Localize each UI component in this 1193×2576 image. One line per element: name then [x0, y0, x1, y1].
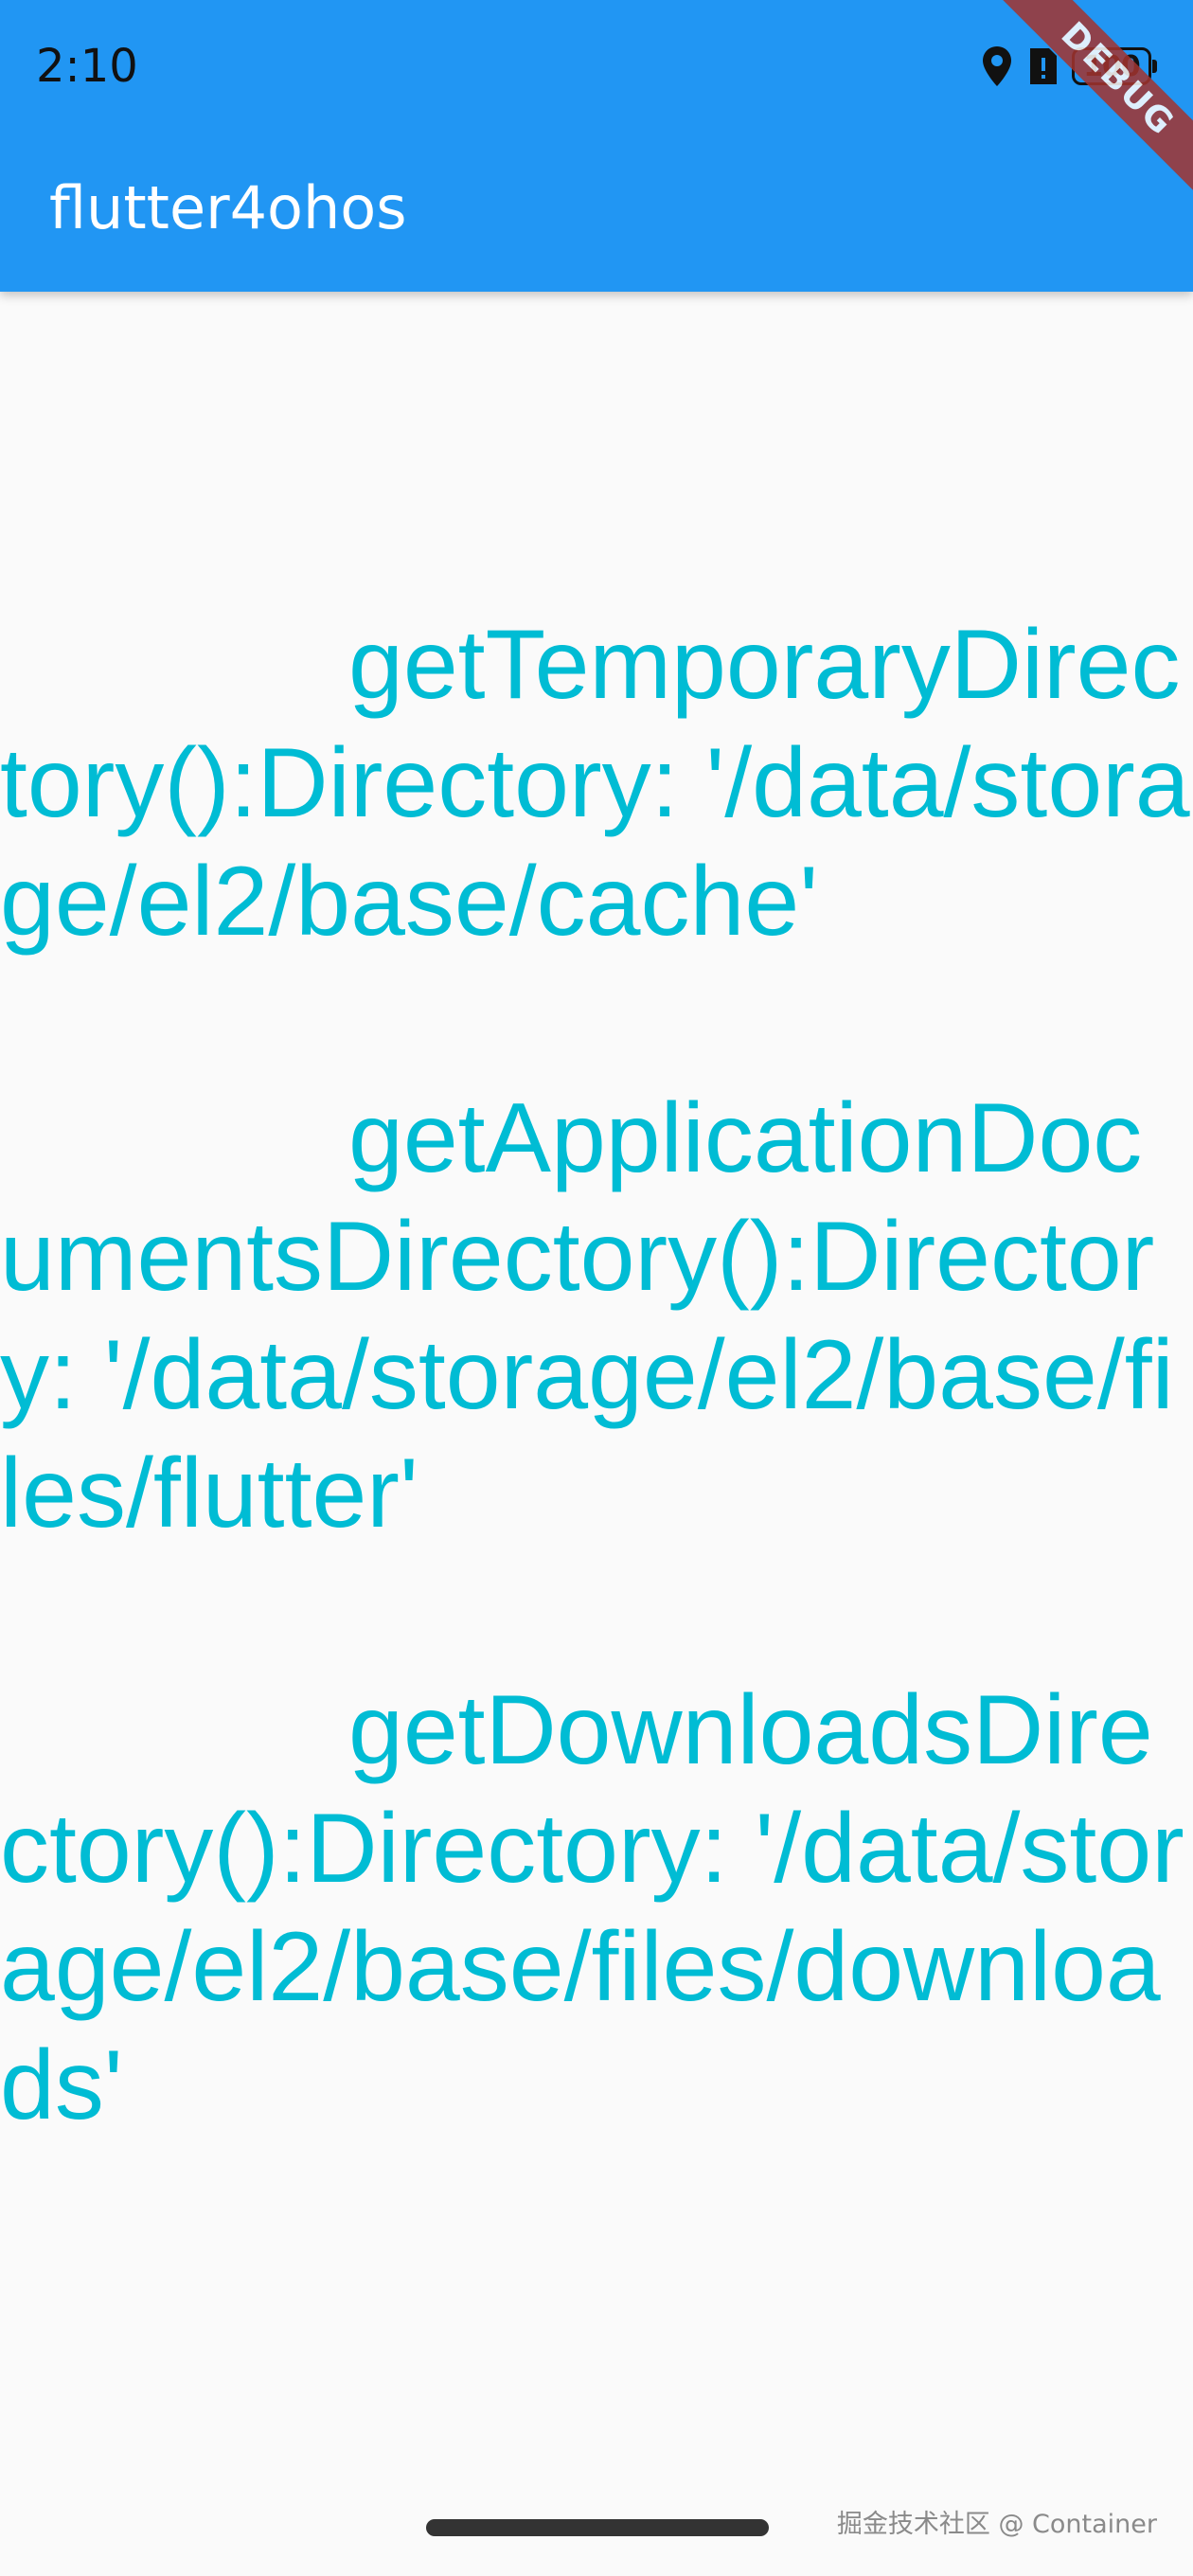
watermark: 掘金技术社区 @ Container	[836, 2510, 1157, 2539]
status-time: 2:10	[36, 40, 138, 93]
location-pin-icon	[981, 45, 1013, 88]
downloads-directory-text: getDownloadsDirectory():Directory: '/dat…	[0, 1675, 1184, 2140]
temporary-directory-text: getTemporaryDirectory():Directory: '/dat…	[0, 610, 1190, 957]
sim-alert-icon	[1026, 46, 1059, 86]
app-bar: 2:10 100 flutter4ohos DEBUG	[0, 0, 1193, 292]
debug-banner: DEBUG	[986, 0, 1193, 211]
directory-list: getTemporaryDirectory():Directory: '/dat…	[0, 606, 1193, 2263]
home-indicator[interactable]	[426, 2519, 769, 2536]
app-title: flutter4ohos	[49, 173, 407, 242]
application-documents-directory-text: getApplicationDocumentsDirectory():Direc…	[0, 1083, 1174, 1548]
